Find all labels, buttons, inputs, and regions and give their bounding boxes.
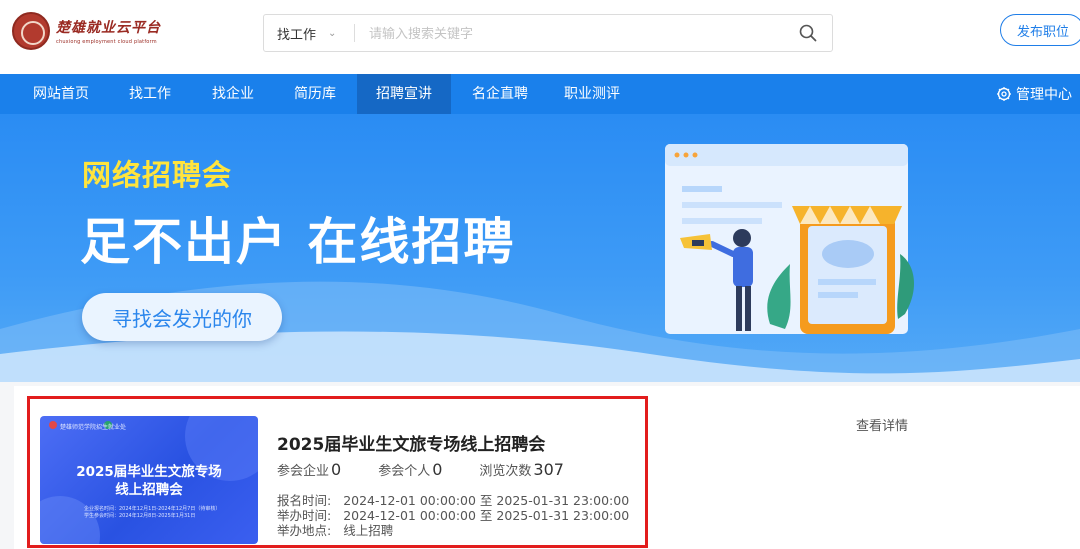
search-input[interactable]	[355, 15, 784, 51]
logo-title: 楚雄就业云平台	[56, 20, 161, 36]
hero-banner: 网络招聘会 足不出户 在线招聘 寻找会发光的你	[0, 114, 1080, 382]
banner-cta-button[interactable]: 寻找会发光的你	[82, 293, 282, 341]
nav-item-famous-companies[interactable]: 名企直聘	[458, 74, 542, 114]
chevron-down-icon: ⌄	[328, 27, 337, 39]
banner-tag: 网络招聘会	[82, 158, 233, 192]
school-seal-icon	[12, 12, 50, 50]
search-bar: 找工作 ⌄	[263, 14, 833, 52]
nav-item-find-job[interactable]: 找工作	[110, 74, 190, 114]
gear-icon	[997, 87, 1011, 101]
search-icon[interactable]	[784, 24, 832, 42]
admin-center-label: 管理中心	[1016, 87, 1072, 103]
search-type-label: 找工作	[277, 27, 317, 43]
nav-item-recruitment-talks[interactable]: 招聘宣讲	[357, 74, 451, 114]
nav-item-find-company[interactable]: 找企业	[192, 74, 274, 114]
view-details-link[interactable]: 查看详情	[856, 415, 908, 434]
search-type-select[interactable]: 找工作 ⌄	[264, 24, 354, 43]
nav-item-career-assessment[interactable]: 职业测评	[550, 74, 634, 114]
main-nav: 网站首页 找工作 找企业 简历库 招聘宣讲 名企直聘 职业测评 管理中心	[0, 74, 1080, 114]
highlight-box	[27, 396, 648, 548]
logo-subtitle: chuxiong employment cloud platform	[56, 39, 157, 45]
publish-job-button[interactable]: 发布职位	[1000, 14, 1080, 46]
admin-center-link[interactable]: 管理中心	[996, 74, 1072, 114]
site-header: 楚雄就业云平台 chuxiong employment cloud platfo…	[0, 0, 1080, 74]
site-logo[interactable]: 楚雄就业云平台 chuxiong employment cloud platfo…	[12, 12, 161, 50]
nav-item-resume-library[interactable]: 简历库	[274, 74, 356, 114]
nav-item-home[interactable]: 网站首页	[20, 74, 102, 114]
banner-headline: 足不出户 在线招聘	[80, 213, 516, 271]
